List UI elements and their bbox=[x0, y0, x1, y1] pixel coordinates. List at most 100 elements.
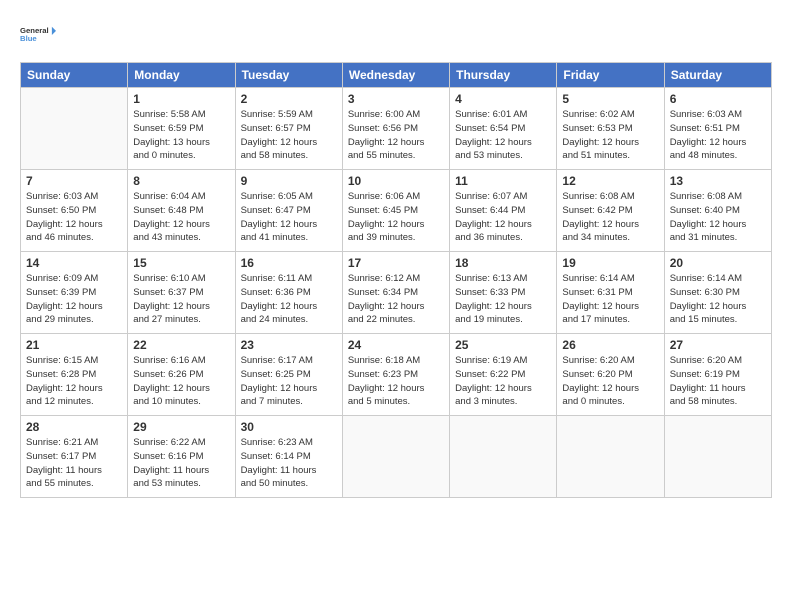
day-info: Sunrise: 6:21 AMSunset: 6:17 PMDaylight:… bbox=[26, 436, 122, 491]
day-info: Sunrise: 6:10 AMSunset: 6:37 PMDaylight:… bbox=[133, 272, 229, 327]
day-number: 2 bbox=[241, 92, 337, 106]
header: General Blue bbox=[20, 16, 772, 52]
day-number: 22 bbox=[133, 338, 229, 352]
day-cell: 13 Sunrise: 6:08 AMSunset: 6:40 PMDayligh… bbox=[664, 170, 771, 252]
day-number: 26 bbox=[562, 338, 658, 352]
day-cell: 25 Sunrise: 6:19 AMSunset: 6:22 PMDayligh… bbox=[450, 334, 557, 416]
day-number: 13 bbox=[670, 174, 766, 188]
day-info: Sunrise: 6:03 AMSunset: 6:50 PMDaylight:… bbox=[26, 190, 122, 245]
day-cell: 27 Sunrise: 6:20 AMSunset: 6:19 PMDayligh… bbox=[664, 334, 771, 416]
day-number: 8 bbox=[133, 174, 229, 188]
day-info: Sunrise: 6:22 AMSunset: 6:16 PMDaylight:… bbox=[133, 436, 229, 491]
day-info: Sunrise: 6:08 AMSunset: 6:40 PMDaylight:… bbox=[670, 190, 766, 245]
day-info: Sunrise: 6:20 AMSunset: 6:20 PMDaylight:… bbox=[562, 354, 658, 409]
day-info: Sunrise: 6:09 AMSunset: 6:39 PMDaylight:… bbox=[26, 272, 122, 327]
day-number: 30 bbox=[241, 420, 337, 434]
day-cell: 6Sunrise: 6:03 AMSunset: 6:51 PMDaylight… bbox=[664, 88, 771, 170]
day-number: 28 bbox=[26, 420, 122, 434]
weekday-header-sunday: Sunday bbox=[21, 63, 128, 88]
day-number: 3 bbox=[348, 92, 444, 106]
svg-text:General: General bbox=[20, 26, 49, 35]
day-cell: 15 Sunrise: 6:10 AMSunset: 6:37 PMDayligh… bbox=[128, 252, 235, 334]
day-info: Sunrise: 6:12 AMSunset: 6:34 PMDaylight:… bbox=[348, 272, 444, 327]
day-info: Sunrise: 6:04 AMSunset: 6:48 PMDaylight:… bbox=[133, 190, 229, 245]
day-info: Sunrise: 6:20 AMSunset: 6:19 PMDaylight:… bbox=[670, 354, 766, 409]
day-info: Sunrise: 6:02 AMSunset: 6:53 PMDaylight:… bbox=[562, 108, 658, 163]
day-info: Sunrise: 6:06 AMSunset: 6:45 PMDaylight:… bbox=[348, 190, 444, 245]
day-info: Sunrise: 6:05 AMSunset: 6:47 PMDaylight:… bbox=[241, 190, 337, 245]
day-cell: 4Sunrise: 6:01 AMSunset: 6:54 PMDaylight… bbox=[450, 88, 557, 170]
day-cell bbox=[557, 416, 664, 498]
day-info: Sunrise: 6:16 AMSunset: 6:26 PMDaylight:… bbox=[133, 354, 229, 409]
week-row-1: 1 Sunrise: 5:58 AMSunset: 6:59 PMDaylight… bbox=[21, 88, 772, 170]
day-number: 9 bbox=[241, 174, 337, 188]
day-cell bbox=[21, 88, 128, 170]
day-number: 12 bbox=[562, 174, 658, 188]
day-number: 19 bbox=[562, 256, 658, 270]
page: General Blue SundayMondayTuesdayWednesda… bbox=[0, 0, 792, 508]
day-info: Sunrise: 6:14 AMSunset: 6:31 PMDaylight:… bbox=[562, 272, 658, 327]
day-cell bbox=[450, 416, 557, 498]
day-info: Sunrise: 6:13 AMSunset: 6:33 PMDaylight:… bbox=[455, 272, 551, 327]
day-cell: 17Sunrise: 6:12 AMSunset: 6:34 PMDayligh… bbox=[342, 252, 449, 334]
day-number: 14 bbox=[26, 256, 122, 270]
day-info: Sunrise: 6:23 AMSunset: 6:14 PMDaylight:… bbox=[241, 436, 337, 491]
logo-svg: General Blue bbox=[20, 16, 56, 52]
calendar: SundayMondayTuesdayWednesdayThursdayFrid… bbox=[20, 62, 772, 498]
day-cell: 11 Sunrise: 6:07 AMSunset: 6:44 PMDayligh… bbox=[450, 170, 557, 252]
day-cell: 21Sunrise: 6:15 AMSunset: 6:28 PMDayligh… bbox=[21, 334, 128, 416]
day-cell: 16 Sunrise: 6:11 AMSunset: 6:36 PMDayligh… bbox=[235, 252, 342, 334]
day-info: Sunrise: 6:11 AMSunset: 6:36 PMDaylight:… bbox=[241, 272, 337, 327]
weekday-header-friday: Friday bbox=[557, 63, 664, 88]
day-number: 18 bbox=[455, 256, 551, 270]
day-number: 6 bbox=[670, 92, 766, 106]
weekday-header-wednesday: Wednesday bbox=[342, 63, 449, 88]
day-cell: 28 Sunrise: 6:21 AMSunset: 6:17 PMDayligh… bbox=[21, 416, 128, 498]
day-number: 7 bbox=[26, 174, 122, 188]
day-cell: 23 Sunrise: 6:17 AMSunset: 6:25 PMDayligh… bbox=[235, 334, 342, 416]
day-cell bbox=[664, 416, 771, 498]
day-cell: 26 Sunrise: 6:20 AMSunset: 6:20 PMDayligh… bbox=[557, 334, 664, 416]
day-number: 20 bbox=[670, 256, 766, 270]
day-number: 1 bbox=[133, 92, 229, 106]
weekday-header-thursday: Thursday bbox=[450, 63, 557, 88]
day-info: Sunrise: 6:14 AMSunset: 6:30 PMDaylight:… bbox=[670, 272, 766, 327]
day-info: Sunrise: 6:00 AMSunset: 6:56 PMDaylight:… bbox=[348, 108, 444, 163]
day-cell: 20 Sunrise: 6:14 AMSunset: 6:30 PMDayligh… bbox=[664, 252, 771, 334]
day-cell: 5 Sunrise: 6:02 AMSunset: 6:53 PMDaylight… bbox=[557, 88, 664, 170]
day-number: 11 bbox=[455, 174, 551, 188]
day-cell: 10 Sunrise: 6:06 AMSunset: 6:45 PMDayligh… bbox=[342, 170, 449, 252]
svg-text:Blue: Blue bbox=[20, 34, 37, 43]
weekday-header-tuesday: Tuesday bbox=[235, 63, 342, 88]
day-number: 24 bbox=[348, 338, 444, 352]
weekday-header-row: SundayMondayTuesdayWednesdayThursdayFrid… bbox=[21, 63, 772, 88]
day-info: Sunrise: 6:07 AMSunset: 6:44 PMDaylight:… bbox=[455, 190, 551, 245]
day-info: Sunrise: 6:17 AMSunset: 6:25 PMDaylight:… bbox=[241, 354, 337, 409]
week-row-5: 28 Sunrise: 6:21 AMSunset: 6:17 PMDayligh… bbox=[21, 416, 772, 498]
day-number: 5 bbox=[562, 92, 658, 106]
day-cell: 22 Sunrise: 6:16 AMSunset: 6:26 PMDayligh… bbox=[128, 334, 235, 416]
day-info: Sunrise: 6:08 AMSunset: 6:42 PMDaylight:… bbox=[562, 190, 658, 245]
day-cell: 9 Sunrise: 6:05 AMSunset: 6:47 PMDaylight… bbox=[235, 170, 342, 252]
day-number: 29 bbox=[133, 420, 229, 434]
day-number: 27 bbox=[670, 338, 766, 352]
day-info: Sunrise: 6:19 AMSunset: 6:22 PMDaylight:… bbox=[455, 354, 551, 409]
day-cell: 29 Sunrise: 6:22 AMSunset: 6:16 PMDayligh… bbox=[128, 416, 235, 498]
day-cell: 18 Sunrise: 6:13 AMSunset: 6:33 PMDayligh… bbox=[450, 252, 557, 334]
day-number: 23 bbox=[241, 338, 337, 352]
day-number: 25 bbox=[455, 338, 551, 352]
day-cell: 30 Sunrise: 6:23 AMSunset: 6:14 PMDayligh… bbox=[235, 416, 342, 498]
day-cell: 14 Sunrise: 6:09 AMSunset: 6:39 PMDayligh… bbox=[21, 252, 128, 334]
day-info: Sunrise: 5:58 AMSunset: 6:59 PMDaylight:… bbox=[133, 108, 229, 163]
weekday-header-monday: Monday bbox=[128, 63, 235, 88]
day-number: 15 bbox=[133, 256, 229, 270]
day-cell: 19 Sunrise: 6:14 AMSunset: 6:31 PMDayligh… bbox=[557, 252, 664, 334]
day-cell: 7 Sunrise: 6:03 AMSunset: 6:50 PMDaylight… bbox=[21, 170, 128, 252]
week-row-3: 14 Sunrise: 6:09 AMSunset: 6:39 PMDayligh… bbox=[21, 252, 772, 334]
day-cell: 1 Sunrise: 5:58 AMSunset: 6:59 PMDaylight… bbox=[128, 88, 235, 170]
week-row-4: 21Sunrise: 6:15 AMSunset: 6:28 PMDayligh… bbox=[21, 334, 772, 416]
day-cell: 24Sunrise: 6:18 AMSunset: 6:23 PMDayligh… bbox=[342, 334, 449, 416]
day-number: 10 bbox=[348, 174, 444, 188]
day-number: 16 bbox=[241, 256, 337, 270]
day-info: Sunrise: 6:01 AMSunset: 6:54 PMDaylight:… bbox=[455, 108, 551, 163]
